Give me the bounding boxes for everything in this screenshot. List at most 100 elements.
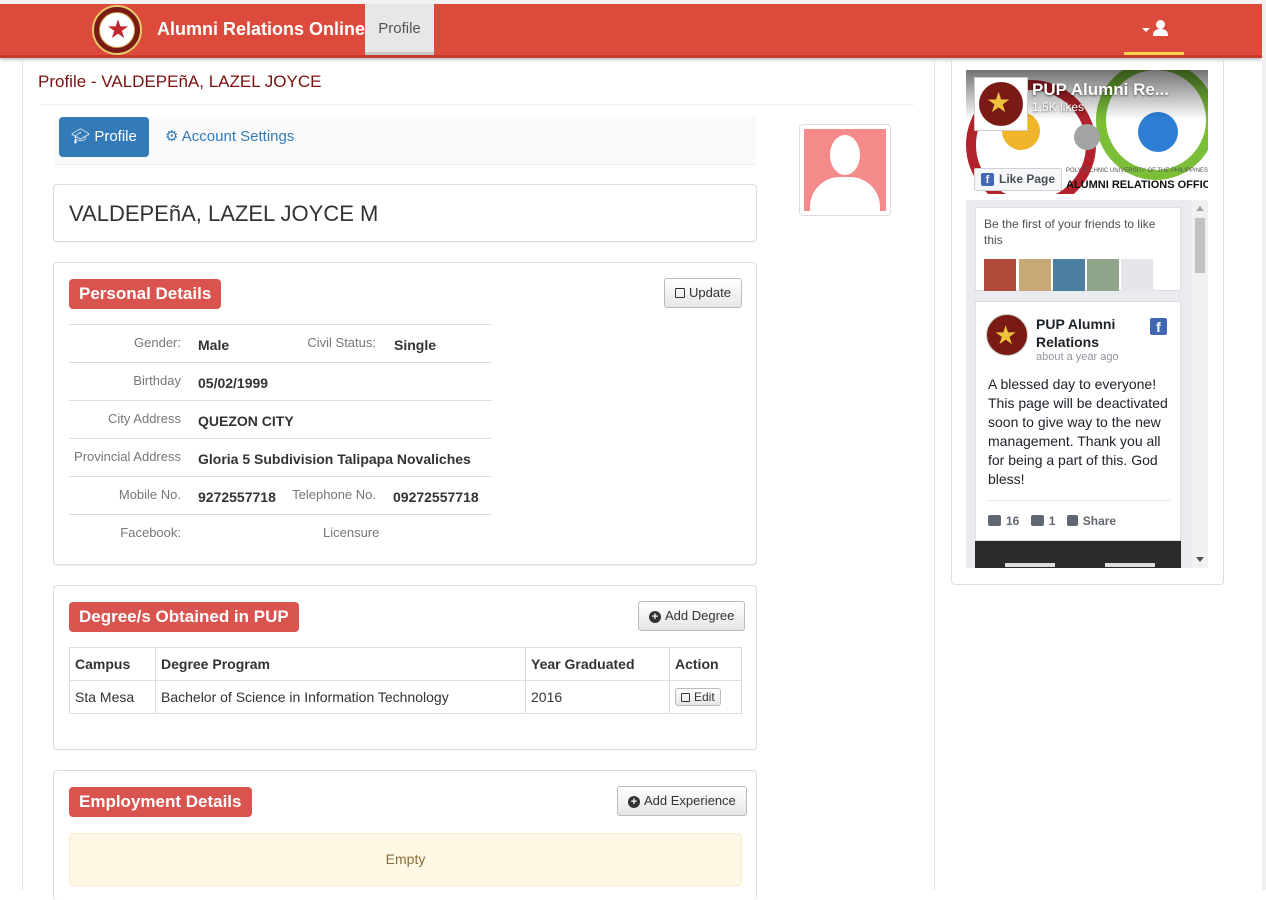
degree-panel: Degree/s Obtained in PUP + Add Degree Cam… <box>53 585 757 750</box>
mobile-label: Mobile No. <box>118 487 181 502</box>
post-text: A blessed day to everyone! This page wil… <box>988 376 1168 487</box>
birthday-label: Birthday <box>133 373 181 388</box>
birthday-value: 05/02/1999 <box>198 375 269 391</box>
facebook-page-likes: 1.5K likes <box>1032 100 1085 114</box>
edit-icon <box>681 693 690 702</box>
friend-avatar[interactable] <box>1121 259 1153 291</box>
share-icon[interactable] <box>1066 515 1078 526</box>
post-author-avatar[interactable]: ★ <box>986 314 1028 356</box>
photo-light <box>1005 563 1055 567</box>
plus-circle-icon: + <box>628 796 640 808</box>
city-address-value: QUEZON CITY <box>198 413 294 429</box>
cover-caption-university: POLYTECHNIC UNIVERSITY OF THE PHILIPPINE… <box>1066 168 1209 174</box>
facebook-feed[interactable]: Be the first of your friends to like thi… <box>966 200 1208 568</box>
user-icon <box>1156 20 1165 29</box>
row-city-address: City Address QUEZON CITY <box>69 400 492 438</box>
thumbs-up-icon[interactable] <box>988 515 1001 526</box>
degree-heading: Degree/s Obtained in PUP <box>69 602 299 632</box>
table-row: Sta Mesa Bachelor of Science in Informat… <box>69 680 742 714</box>
edit-degree-label: Edit <box>694 690 715 704</box>
friend-avatar[interactable] <box>984 259 1016 291</box>
caret-down-icon <box>1142 28 1150 32</box>
degree-table: Campus Degree Program Year Graduated Act… <box>69 647 742 714</box>
licensure-label: Licensure <box>323 525 380 540</box>
scrollbar-thumb[interactable] <box>1195 218 1205 273</box>
like-page-button[interactable]: f Like Page <box>974 168 1062 191</box>
profile-tabs: 🎓︎ Profile ⚙ Account Settings <box>54 117 756 165</box>
pup-logo[interactable]: ★ <box>92 5 142 55</box>
edit-degree-button[interactable]: Edit <box>675 688 721 706</box>
civil-status-label: Civil Status: <box>307 335 376 350</box>
column-header-action: Action <box>669 647 742 681</box>
gender-label: Gender: <box>134 335 181 350</box>
provincial-address-label: Provincial Address <box>74 449 181 464</box>
title-divider <box>40 104 914 105</box>
tab-account-settings[interactable]: ⚙ Account Settings <box>165 117 294 157</box>
row-birthday: Birthday 05/02/1999 <box>69 362 492 400</box>
next-post-photo[interactable] <box>975 541 1181 568</box>
cover-graphic-dot-gray <box>1074 124 1100 150</box>
window-scrollbar-track[interactable] <box>1262 0 1266 890</box>
avatar-head <box>830 135 860 175</box>
add-experience-label: Add Experience <box>644 793 736 808</box>
row-provincial-address: Provincial Address Gloria 5 Subdivision … <box>69 438 492 476</box>
plus-circle-icon: + <box>649 611 661 623</box>
comment-icon[interactable] <box>1030 515 1044 526</box>
friend-avatar[interactable] <box>1087 259 1119 291</box>
update-button[interactable]: Update <box>664 278 742 308</box>
post-actions: 16 1 Share <box>988 514 1116 528</box>
add-degree-button[interactable]: + Add Degree <box>638 601 746 631</box>
scroll-up-arrow-icon[interactable] <box>1196 206 1204 211</box>
gear-icon: ⚙ <box>165 128 179 145</box>
cover-caption-office: ALUMNI RELATIONS OFFICE <box>1066 179 1208 191</box>
update-button-label: Update <box>689 285 731 300</box>
star-icon: ★ <box>106 14 130 44</box>
full-name: VALDEPEñA, LAZEL JOYCE M <box>69 201 379 226</box>
nav-profile-tab[interactable]: Profile <box>365 4 434 55</box>
column-header-year-graduated: Year Graduated <box>525 647 670 681</box>
photo-light <box>1105 563 1155 567</box>
facebook-icon: f <box>981 173 994 186</box>
post-divider <box>988 500 1170 501</box>
telephone-label: Telephone No. <box>292 487 376 502</box>
facebook-page-name[interactable]: PUP Alumni Re... <box>1032 80 1182 100</box>
profile-avatar[interactable] <box>799 124 891 216</box>
like-page-label: Like Page <box>999 172 1056 186</box>
brand-title[interactable]: Alumni Relations Online <box>157 19 365 40</box>
personal-details-panel: Personal Details Update Gender: Male Civ… <box>53 262 757 565</box>
user-menu-dropdown[interactable] <box>1124 4 1184 55</box>
row-gender-civil: Gender: Male Civil Status: Single <box>69 324 492 362</box>
cell-year-graduated: 2016 <box>525 680 670 714</box>
post-timestamp[interactable]: about a year ago <box>1036 351 1119 363</box>
content-border-left <box>22 60 23 890</box>
tab-profile[interactable]: 🎓︎ Profile <box>59 117 149 157</box>
friend-avatar[interactable] <box>1019 259 1051 291</box>
add-experience-button[interactable]: + Add Experience <box>617 786 747 816</box>
row-facebook-licensure: Facebook: Licensure <box>69 514 492 552</box>
scroll-down-arrow-icon[interactable] <box>1196 557 1204 562</box>
feed-scrollbar[interactable] <box>1192 200 1208 568</box>
comment-count: 1 <box>1048 514 1056 528</box>
civil-status-value: Single <box>394 337 437 353</box>
cell-action: Edit <box>669 680 742 714</box>
star-icon: ★ <box>986 87 1012 118</box>
city-address-label: City Address <box>108 411 181 426</box>
provincial-address-value: Gloria 5 Subdivision Talipapa Novaliches <box>198 451 471 467</box>
employment-empty-alert: Empty <box>69 833 742 886</box>
user-icon-body <box>1153 29 1168 36</box>
employment-panel: Employment Details + Add Experience Empty <box>53 770 757 900</box>
friends-like-text: Be the first of your friends to like thi… <box>984 217 1156 247</box>
share-label[interactable]: Share <box>1083 514 1116 528</box>
facebook-page-logo[interactable]: ★ <box>974 77 1028 131</box>
telephone-value: 09272557718 <box>393 489 479 505</box>
cell-campus: Sta Mesa <box>69 680 156 714</box>
post-author-name[interactable]: PUP Alumni Relations <box>1036 315 1146 351</box>
avatar-shoulders <box>810 177 880 211</box>
column-header-degree-program: Degree Program <box>155 647 526 681</box>
employment-heading: Employment Details <box>69 787 252 817</box>
mobile-value: 9272557718 <box>198 489 276 505</box>
personal-details-heading: Personal Details <box>69 279 222 309</box>
friend-avatar[interactable] <box>1053 259 1085 291</box>
graduation-cap-icon: 🎓︎ <box>71 128 91 145</box>
facebook-icon[interactable]: f <box>1150 318 1167 335</box>
